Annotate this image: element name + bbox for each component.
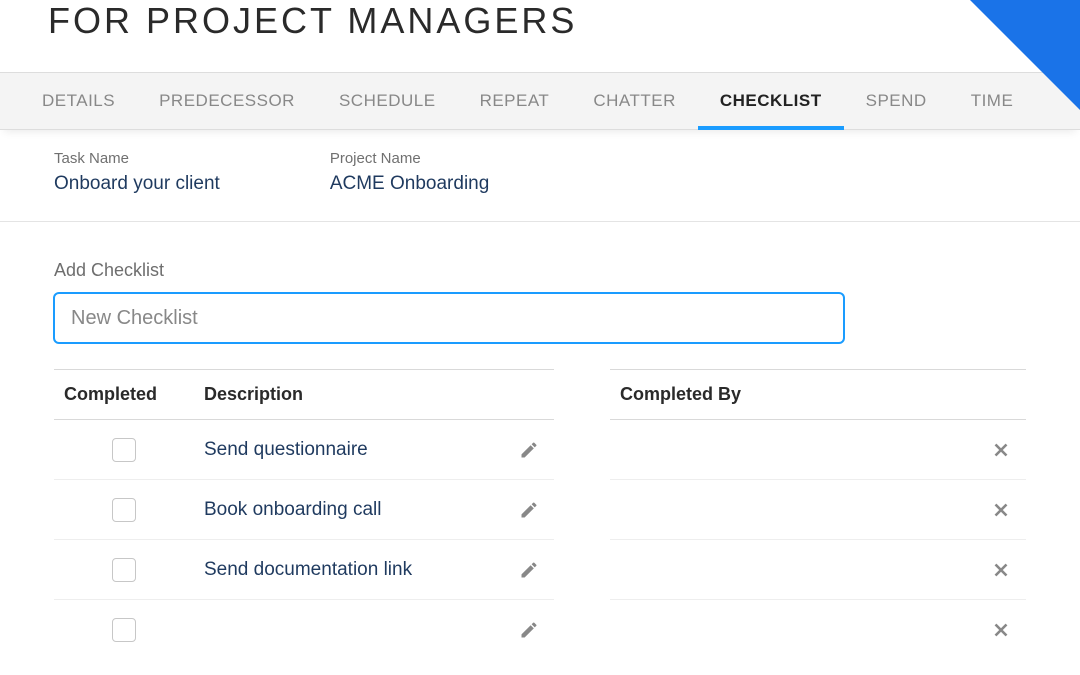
delete-button[interactable]	[976, 439, 1026, 461]
task-name-value: Onboard your client	[54, 173, 220, 195]
checklist-table-left: Completed Description Send questionnaire…	[54, 369, 554, 660]
delete-button[interactable]	[976, 619, 1026, 641]
checklist-checkbox[interactable]	[112, 618, 136, 642]
page-title: FOR PROJECT MANAGERS	[48, 0, 1032, 42]
checklist-checkbox[interactable]	[112, 438, 136, 462]
tab-time[interactable]: TIME	[949, 73, 1036, 129]
tab-schedule[interactable]: SCHEDULE	[317, 73, 458, 129]
task-name-label: Task Name	[54, 150, 220, 167]
checklist-row-right	[610, 600, 1026, 660]
tab-repeat[interactable]: REPEAT	[458, 73, 572, 129]
checklist-row: Send documentation link	[54, 540, 554, 600]
column-completed: Completed	[54, 384, 204, 405]
column-delete	[976, 384, 1026, 405]
project-name-field: Project Name ACME Onboarding	[330, 150, 489, 195]
checklist-table-right: Completed By	[610, 369, 1026, 660]
tab-chatter[interactable]: CHATTER	[571, 73, 698, 129]
delete-button[interactable]	[976, 499, 1026, 521]
project-name-label: Project Name	[330, 150, 489, 167]
pencil-icon	[519, 560, 539, 580]
edit-button[interactable]	[504, 500, 554, 520]
close-icon	[990, 499, 1012, 521]
tab-checklist[interactable]: CHECKLIST	[698, 73, 844, 129]
close-icon	[990, 619, 1012, 641]
checklist-row: Send questionnaire	[54, 420, 554, 480]
close-icon	[990, 559, 1012, 581]
checklist-row: Book onboarding call	[54, 480, 554, 540]
checklist-checkbox[interactable]	[112, 558, 136, 582]
checklist-description[interactable]: Book onboarding call	[204, 499, 504, 521]
tab-spend[interactable]: SPEND	[844, 73, 949, 129]
tab-predecessor[interactable]: PREDECESSOR	[137, 73, 317, 129]
checklist-row-right	[610, 540, 1026, 600]
checklist-checkbox[interactable]	[112, 498, 136, 522]
add-checklist-label: Add Checklist	[54, 260, 1026, 281]
column-edit	[504, 384, 554, 405]
tab-details[interactable]: DETAILS	[20, 73, 137, 129]
task-name-field: Task Name Onboard your client	[54, 150, 220, 195]
delete-button[interactable]	[976, 559, 1026, 581]
edit-button[interactable]	[504, 440, 554, 460]
checklist-row-right	[610, 480, 1026, 540]
checklist-description[interactable]: Send documentation link	[204, 559, 504, 581]
info-row: Task Name Onboard your client Project Na…	[0, 130, 1080, 222]
pencil-icon	[519, 440, 539, 460]
column-description: Description	[204, 384, 504, 405]
edit-button[interactable]	[504, 560, 554, 580]
tabs-bar: DETAILS PREDECESSOR SCHEDULE REPEAT CHAT…	[0, 72, 1080, 130]
project-name-value: ACME Onboarding	[330, 173, 489, 195]
column-completed-by: Completed By	[610, 384, 976, 405]
pencil-icon	[519, 620, 539, 640]
close-icon	[990, 439, 1012, 461]
pencil-icon	[519, 500, 539, 520]
edit-button[interactable]	[504, 620, 554, 640]
checklist-description[interactable]: Send questionnaire	[204, 439, 504, 461]
checklist-row-right	[610, 420, 1026, 480]
add-checklist-input[interactable]	[54, 293, 844, 343]
checklist-row	[54, 600, 554, 660]
